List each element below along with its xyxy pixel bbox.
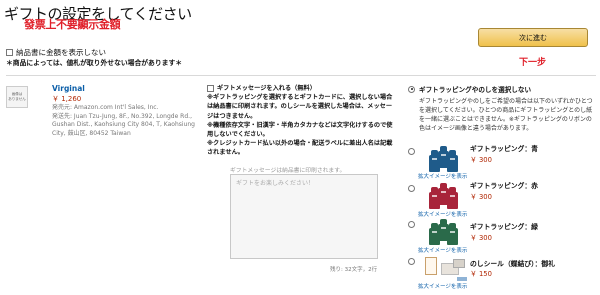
noshi-name: のしシール（蝶結び）：御礼 <box>470 260 555 268</box>
no-wrap-option[interactable]: ギフトラッピングやのしを選択しない <box>408 84 596 94</box>
wrap-green-price: ￥ 300 <box>470 234 492 242</box>
wrap-blue-price: ￥ 300 <box>470 156 492 164</box>
gift-message-note: ※ギフトラッピングを選択するとギフトカードに、選択しない場合は納品書に印刷されま… <box>207 94 393 120</box>
gift-bag-shape <box>447 150 458 172</box>
wrap-red-radio[interactable] <box>408 185 415 192</box>
no-wrap-label: ギフトラッピングやのしを選択しない <box>419 86 532 94</box>
wrap-description: ギフトラッピングやのしをご希望の場合は以下のいずれかひとつを選択してください。ひ… <box>419 98 593 132</box>
wrap-blue-image <box>423 142 463 174</box>
tag-warning: ＊商品によっては、値札が取り外せない場合があります＊ <box>6 59 183 67</box>
product-thumbnail-text: 画像は ありません <box>8 92 26 101</box>
wrap-option-red[interactable]: ギフトラッピング：赤 ￥ 300 拡大イメージを表示 <box>408 179 538 218</box>
noshi-option[interactable]: のしシール（蝶結び）：御礼 ￥ 150 拡大イメージを表示 <box>408 257 555 290</box>
gift-message-option[interactable]: ギフトメッセージを入れる（無料） <box>207 84 397 93</box>
product-seller: 発売元: Amazon.com Int'l Sales, Inc. <box>52 104 159 111</box>
gift-message-note: ※機種依存文字・旧漢字・半角カタカナなどは文字化けするので使用しないでください。 <box>207 121 393 138</box>
noshi-image <box>423 257 467 281</box>
wrap-green-image <box>423 215 463 247</box>
wrap-option-blue[interactable]: ギフトラッピング：青 ￥ 300 拡大イメージを表示 <box>408 142 538 180</box>
product-details: 発売元: Amazon.com Int'l Sales, Inc. 発送先: J… <box>52 104 202 139</box>
divider <box>6 75 596 76</box>
next-step-note: 下一步 <box>519 58 547 68</box>
noshi-ribbon-shape <box>457 277 467 281</box>
wrap-red-image <box>423 179 463 211</box>
wrap-blue-radio[interactable] <box>408 148 415 155</box>
no-wrap-radio[interactable] <box>408 85 415 93</box>
noshi-paper-shape <box>425 257 437 275</box>
product-ship-to: 発送先: Juan Tzu-Jung, 8F., No.392, Longde … <box>52 112 195 138</box>
wrap-green-name: ギフトラッピング：緑 <box>470 223 538 231</box>
gift-message-checkbox[interactable] <box>207 85 214 93</box>
gift-message-note: ※クレジットカード払い以外の場合・配送ラベルに差出人名は記載されません。 <box>207 140 393 157</box>
character-count: 残り: 32文字，2行 <box>330 267 378 273</box>
noshi-enlarge-link[interactable]: 拡大イメージを表示 <box>418 282 467 290</box>
noshi-radio[interactable] <box>408 258 415 265</box>
wrap-red-price: ￥ 300 <box>470 193 492 201</box>
product-thumbnail: 画像は ありません <box>6 86 28 108</box>
gift-message-placeholder: ギフトをお楽しみください！ <box>236 180 315 187</box>
hide-price-checkbox[interactable] <box>6 49 13 56</box>
product-price: ￥ 1,260 <box>52 95 82 103</box>
gift-wrap-section: ギフトラッピングやのしを選択しない ギフトラッピングやのしをご希望の場合は以下の… <box>408 84 596 133</box>
gift-message-section: ギフトメッセージを入れる（無料） ※ギフトラッピングを選択するとギフトカードに、… <box>207 84 397 157</box>
gift-bag-shape <box>447 187 458 209</box>
gift-message-subnote: ギフトメッセージは納品書に印刷されます。 <box>230 168 346 174</box>
wrap-blue-name: ギフトラッピング：青 <box>470 145 538 153</box>
noshi-box-shape <box>453 259 465 268</box>
wrap-green-radio[interactable] <box>408 221 415 228</box>
noshi-price: ￥ 150 <box>470 270 492 278</box>
gift-message-label: ギフトメッセージを入れる（無料） <box>217 85 316 92</box>
wrap-option-green[interactable]: ギフトラッピング：緑 ￥ 300 拡大イメージを表示 <box>408 215 538 254</box>
gift-bag-shape <box>447 223 458 245</box>
annotation-note: 發票上不要顯示金額 <box>24 18 121 31</box>
wrap-red-name: ギフトラッピング：赤 <box>470 182 538 190</box>
wrap-green-enlarge-link[interactable]: 拡大イメージを表示 <box>418 246 467 254</box>
product-name[interactable]: Virginal <box>52 84 85 93</box>
gift-message-textarea[interactable]: ギフトをお楽しみください！ <box>230 174 378 259</box>
continue-button[interactable]: 次に進む <box>478 28 588 47</box>
